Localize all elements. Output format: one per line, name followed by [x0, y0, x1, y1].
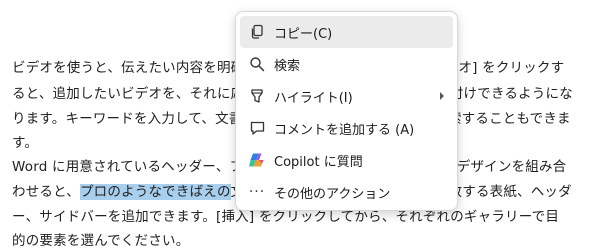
copilot-icon [240, 144, 274, 176]
text-run: わせると、 [12, 184, 80, 200]
menu-item-ask-copilot[interactable]: Copilot に質問 [240, 144, 453, 176]
paragraph-line: す。 [12, 135, 39, 151]
menu-item-search[interactable]: 検索 [240, 48, 453, 80]
highlighter-icon [240, 80, 274, 112]
menu-item-label: 検索 [274, 58, 301, 74]
more-icon: ··· [248, 184, 266, 200]
search-icon [240, 48, 274, 80]
menu-item-add-comment[interactable]: コメントを追加する (A) [240, 112, 453, 144]
menu-item-label: Copilot に質問 [274, 154, 363, 170]
menu-item-label: その他のアクション [274, 186, 391, 202]
copy-icon [240, 16, 274, 48]
menu-item-label: コピー(C) [274, 26, 333, 42]
paragraph-line: 的の要素を選んでください。 [12, 233, 190, 249]
menu-item-label: コメントを追加する (A) [274, 122, 415, 138]
menu-item-label: ハイライト(I) [274, 90, 353, 106]
comment-icon [240, 112, 274, 144]
menu-item-more-actions[interactable]: ··· その他のアクション [240, 176, 453, 208]
chevron-right-icon [431, 91, 453, 101]
context-menu: コピー(C) 検索 ハイライト(I) コメントを追加する (A) Copilot… [235, 11, 458, 211]
menu-item-highlight[interactable]: ハイライト(I) [240, 80, 453, 112]
selected-text[interactable]: プロのようなできばえの [79, 184, 231, 200]
menu-item-copy[interactable]: コピー(C) [240, 16, 453, 48]
